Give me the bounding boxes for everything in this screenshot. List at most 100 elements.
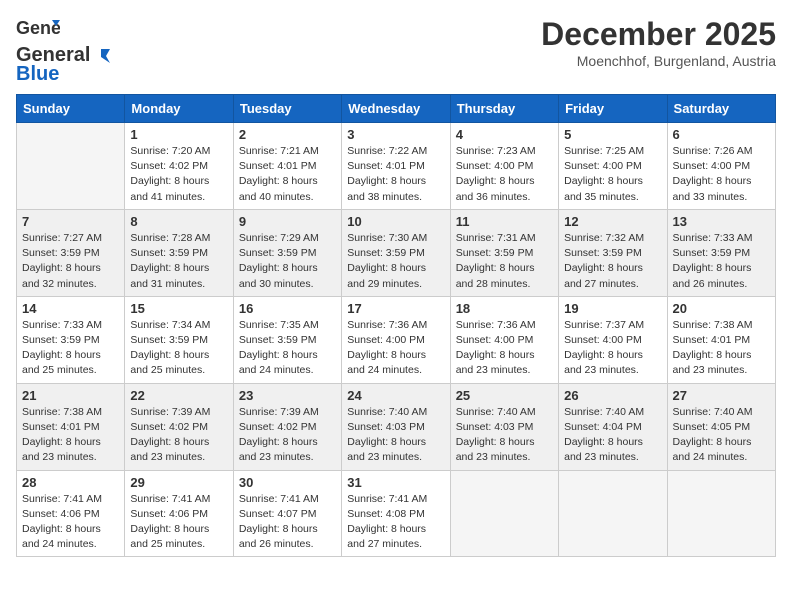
- sunset-text: Sunset: 4:00 PM: [456, 160, 534, 172]
- logo-blue: Blue: [16, 63, 59, 86]
- cell-content: Sunrise: 7:37 AMSunset: 4:00 PMDaylight:…: [564, 318, 661, 379]
- sunrise-text: Sunrise: 7:34 AM: [130, 319, 210, 331]
- day-number: 23: [239, 388, 336, 403]
- calendar-cell: [450, 470, 558, 557]
- daylight-text: Daylight: 8 hoursand 23 minutes.: [347, 436, 426, 463]
- calendar-cell: 28 Sunrise: 7:41 AMSunset: 4:06 PMDayligh…: [17, 470, 125, 557]
- calendar-cell: [667, 470, 775, 557]
- sunset-text: Sunset: 3:59 PM: [22, 334, 100, 346]
- day-number: 4: [456, 127, 553, 142]
- page-header: General General Blue December 2025 Moenc…: [16, 16, 776, 86]
- day-number: 1: [130, 127, 227, 142]
- calendar-cell: 9Sunrise: 7:29 AMSunset: 3:59 PMDaylight…: [233, 209, 341, 296]
- weekday-header-thursday: Thursday: [450, 95, 558, 123]
- cell-content: Sunrise: 7:31 AMSunset: 3:59 PMDaylight:…: [456, 231, 553, 292]
- daylight-text: Daylight: 8 hoursand 23 minutes.: [130, 436, 209, 463]
- calendar-cell: 27 Sunrise: 7:40 AMSunset: 4:05 PMDayligh…: [667, 383, 775, 470]
- cell-content: Sunrise: 7:23 AMSunset: 4:00 PMDaylight:…: [456, 144, 553, 205]
- day-number: 28: [22, 475, 119, 490]
- cell-content: Sunrise: 7:35 AMSunset: 3:59 PMDaylight:…: [239, 318, 336, 379]
- sunrise-text: Sunrise: 7:33 AM: [22, 319, 102, 331]
- day-number: 8: [130, 214, 227, 229]
- sunset-text: Sunset: 3:59 PM: [673, 247, 751, 259]
- sunrise-text: Sunrise: 7:40 AM: [456, 406, 536, 418]
- sunset-text: Sunset: 4:00 PM: [456, 334, 534, 346]
- sunset-text: Sunset: 4:01 PM: [22, 421, 100, 433]
- week-row-3: 14Sunrise: 7:33 AMSunset: 3:59 PMDayligh…: [17, 296, 776, 383]
- sunset-text: Sunset: 4:00 PM: [564, 334, 642, 346]
- daylight-text: Daylight: 8 hoursand 24 minutes.: [347, 349, 426, 376]
- weekday-header-tuesday: Tuesday: [233, 95, 341, 123]
- calendar-cell: 5Sunrise: 7:25 AMSunset: 4:00 PMDaylight…: [559, 123, 667, 210]
- day-number: 24: [347, 388, 444, 403]
- week-row-1: 1 Sunrise: 7:20 AMSunset: 4:02 PMDaylight…: [17, 123, 776, 210]
- calendar-cell: 10Sunrise: 7:30 AMSunset: 3:59 PMDayligh…: [342, 209, 450, 296]
- cell-content: Sunrise: 7:27 AMSunset: 3:59 PMDaylight:…: [22, 231, 119, 292]
- sunset-text: Sunset: 3:59 PM: [239, 334, 317, 346]
- daylight-text: Daylight: 8 hoursand 32 minutes.: [22, 262, 101, 289]
- sunset-text: Sunset: 4:00 PM: [673, 160, 751, 172]
- daylight-text: Daylight: 8 hoursand 24 minutes.: [239, 349, 318, 376]
- cell-content: Sunrise: 7:29 AMSunset: 3:59 PMDaylight:…: [239, 231, 336, 292]
- sunrise-text: Sunrise: 7:40 AM: [673, 406, 753, 418]
- location: Moenchhof, Burgenland, Austria: [541, 53, 776, 69]
- sunrise-text: Sunrise: 7:39 AM: [239, 406, 319, 418]
- sunrise-text: Sunrise: 7:33 AM: [673, 232, 753, 244]
- cell-content: Sunrise: 7:36 AMSunset: 4:00 PMDaylight:…: [456, 318, 553, 379]
- sunrise-text: Sunrise: 7:41 AM: [239, 493, 319, 505]
- day-number: 29: [130, 475, 227, 490]
- sunset-text: Sunset: 4:00 PM: [564, 160, 642, 172]
- calendar-cell: 30Sunrise: 7:41 AMSunset: 4:07 PMDayligh…: [233, 470, 341, 557]
- cell-content: Sunrise: 7:40 AMSunset: 4:05 PMDaylight:…: [673, 405, 770, 466]
- cell-content: Sunrise: 7:41 AMSunset: 4:06 PMDaylight:…: [130, 492, 227, 553]
- sunset-text: Sunset: 4:00 PM: [347, 334, 425, 346]
- sunset-text: Sunset: 4:02 PM: [130, 160, 208, 172]
- calendar-cell: 12Sunrise: 7:32 AMSunset: 3:59 PMDayligh…: [559, 209, 667, 296]
- calendar-cell: 18Sunrise: 7:36 AMSunset: 4:00 PMDayligh…: [450, 296, 558, 383]
- daylight-text: Daylight: 8 hoursand 27 minutes.: [347, 523, 426, 550]
- sunrise-text: Sunrise: 7:41 AM: [347, 493, 427, 505]
- day-number: 3: [347, 127, 444, 142]
- cell-content: Sunrise: 7:39 AMSunset: 4:02 PMDaylight:…: [239, 405, 336, 466]
- sunrise-text: Sunrise: 7:36 AM: [347, 319, 427, 331]
- cell-content: Sunrise: 7:22 AMSunset: 4:01 PMDaylight:…: [347, 144, 444, 205]
- weekday-header-monday: Monday: [125, 95, 233, 123]
- sunset-text: Sunset: 4:01 PM: [239, 160, 317, 172]
- calendar-cell: 11 Sunrise: 7:31 AMSunset: 3:59 PMDayligh…: [450, 209, 558, 296]
- calendar-cell: 24Sunrise: 7:40 AMSunset: 4:03 PMDayligh…: [342, 383, 450, 470]
- day-number: 27: [673, 388, 770, 403]
- sunset-text: Sunset: 3:59 PM: [130, 334, 208, 346]
- daylight-text: Daylight: 8 hoursand 25 minutes.: [130, 349, 209, 376]
- daylight-text: Daylight: 8 hoursand 35 minutes.: [564, 175, 643, 202]
- cell-content: Sunrise: 7:40 AMSunset: 4:03 PMDaylight:…: [456, 405, 553, 466]
- cell-content: Sunrise: 7:39 AMSunset: 4:02 PMDaylight:…: [130, 405, 227, 466]
- day-number: 11: [456, 214, 553, 229]
- daylight-text: Daylight: 8 hoursand 30 minutes.: [239, 262, 318, 289]
- sunset-text: Sunset: 4:03 PM: [456, 421, 534, 433]
- cell-content: Sunrise: 7:32 AMSunset: 3:59 PMDaylight:…: [564, 231, 661, 292]
- daylight-text: Daylight: 8 hoursand 29 minutes.: [347, 262, 426, 289]
- sunset-text: Sunset: 4:04 PM: [564, 421, 642, 433]
- sunrise-text: Sunrise: 7:37 AM: [564, 319, 644, 331]
- cell-content: Sunrise: 7:33 AMSunset: 3:59 PMDaylight:…: [673, 231, 770, 292]
- cell-content: Sunrise: 7:33 AMSunset: 3:59 PMDaylight:…: [22, 318, 119, 379]
- logo-flag-icon: [92, 47, 110, 65]
- sunrise-text: Sunrise: 7:21 AM: [239, 145, 319, 157]
- calendar-cell: [559, 470, 667, 557]
- logo: General General Blue: [16, 16, 110, 86]
- sunrise-text: Sunrise: 7:30 AM: [347, 232, 427, 244]
- calendar-cell: 3 Sunrise: 7:22 AMSunset: 4:01 PMDaylight…: [342, 123, 450, 210]
- cell-content: Sunrise: 7:41 AMSunset: 4:06 PMDaylight:…: [22, 492, 119, 553]
- weekday-header-friday: Friday: [559, 95, 667, 123]
- cell-content: Sunrise: 7:34 AM Sunset: 3:59 PM Daylight:…: [130, 318, 227, 379]
- daylight-text: Daylight: 8 hoursand 31 minutes.: [130, 262, 209, 289]
- sunset-text: Sunset: 3:59 PM: [22, 247, 100, 259]
- sunrise-text: Sunrise: 7:41 AM: [22, 493, 102, 505]
- calendar-cell: 14Sunrise: 7:33 AMSunset: 3:59 PMDayligh…: [17, 296, 125, 383]
- calendar-cell: 29 Sunrise: 7:41 AMSunset: 4:06 PMDayligh…: [125, 470, 233, 557]
- day-number: 31: [347, 475, 444, 490]
- calendar-cell: 21Sunrise: 7:38 AMSunset: 4:01 PMDayligh…: [17, 383, 125, 470]
- daylight-text: Daylight: 8 hoursand 24 minutes.: [673, 436, 752, 463]
- week-row-2: 7Sunrise: 7:27 AMSunset: 3:59 PMDaylight…: [17, 209, 776, 296]
- cell-content: Sunrise: 7:20 AMSunset: 4:02 PMDaylight:…: [130, 144, 227, 205]
